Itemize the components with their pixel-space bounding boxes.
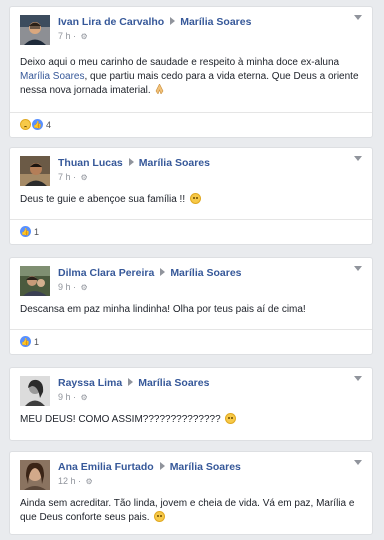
- post-text-part: Descansa em paz minha lindinha! Olha por…: [20, 304, 306, 315]
- timestamp[interactable]: 7 h: [58, 31, 71, 41]
- post-card: Thuan Lucas Marília Soares 7 h · ⚙ Deus t…: [9, 147, 373, 245]
- post-header: Ivan Lira de Carvalho Marília Soares 7 h …: [10, 7, 372, 47]
- emoji-icon: [154, 511, 166, 522]
- emoji-icon: [189, 193, 201, 204]
- author-name[interactable]: Ana Emilia Furtado: [58, 461, 154, 473]
- post-meta: 9 h · ⚙: [58, 282, 88, 292]
- avatar[interactable]: [20, 376, 50, 406]
- author-name[interactable]: Ivan Lira de Carvalho: [58, 16, 164, 28]
- post-meta: 9 h · ⚙: [58, 392, 88, 402]
- post-card: Rayssa Lima Marília Soares 9 h · ⚙ MEU DE…: [9, 367, 373, 441]
- post-text-part: Deixo aqui o meu carinho de saudade e re…: [20, 57, 340, 68]
- post-text: Deixo aqui o meu carinho de saudade e re…: [10, 56, 372, 98]
- gear-icon[interactable]: ⚙: [81, 393, 88, 402]
- post-meta: 7 h · ⚙: [58, 31, 88, 41]
- gear-icon[interactable]: ⚙: [86, 477, 93, 486]
- right-triangle-icon: [170, 17, 176, 25]
- target-name[interactable]: Marília Soares: [180, 16, 251, 28]
- chevron-down-icon[interactable]: [354, 266, 362, 271]
- chevron-down-icon[interactable]: [354, 15, 362, 20]
- post-header-line: Thuan Lucas Marília Soares: [58, 157, 210, 169]
- post-meta: 7 h · ⚙: [58, 172, 88, 182]
- post-header-line: Dilma Clara Pereira Marília Soares: [58, 267, 242, 279]
- avatar[interactable]: [20, 156, 50, 186]
- like-icon: 👍: [20, 226, 31, 237]
- post-text: MEU DEUS! COMO ASSIM??????????????: [10, 413, 372, 427]
- praying-hands-icon: [156, 84, 164, 94]
- gear-icon[interactable]: ⚙: [81, 173, 88, 182]
- reaction-count[interactable]: 1: [34, 227, 39, 237]
- post-header-line: Rayssa Lima Marília Soares: [58, 377, 209, 389]
- right-triangle-icon: [160, 268, 166, 276]
- reactions[interactable]: 👍 1: [20, 226, 39, 237]
- post-text-part: Deus te guie e abençoe sua família !!: [20, 194, 186, 205]
- target-name[interactable]: Marília Soares: [170, 267, 241, 279]
- post-text-part: MEU DEUS! COMO ASSIM??????????????: [20, 414, 221, 425]
- post-card: Dilma Clara Pereira Marília Soares 9 h · …: [9, 257, 373, 355]
- post-text-part: Ainda sem acreditar. Tão linda, jovem e …: [20, 498, 355, 523]
- avatar[interactable]: [20, 266, 50, 296]
- post-card: Ivan Lira de Carvalho Marília Soares 7 h …: [9, 6, 373, 138]
- target-name[interactable]: Marília Soares: [138, 377, 209, 389]
- post-text: Deus te guie e abençoe sua família !!: [10, 193, 372, 207]
- reactions[interactable]: 👍 1: [20, 336, 39, 347]
- target-name[interactable]: Marília Soares: [170, 461, 241, 473]
- post-header-line: Ana Emilia Furtado Marília Soares: [58, 461, 241, 473]
- mention-link[interactable]: Marília Soares: [20, 71, 84, 82]
- author-name[interactable]: Dilma Clara Pereira: [58, 267, 154, 279]
- right-triangle-icon: [128, 378, 134, 386]
- timestamp[interactable]: 9 h: [58, 282, 71, 292]
- post-header: Ana Emilia Furtado Marília Soares 12 h · …: [10, 452, 372, 492]
- chevron-down-icon[interactable]: [354, 460, 362, 465]
- post-header: Thuan Lucas Marília Soares 7 h · ⚙: [10, 148, 372, 188]
- author-name[interactable]: Rayssa Lima: [58, 377, 122, 389]
- timestamp[interactable]: 9 h: [58, 392, 71, 402]
- post-footer: 👍 1: [10, 219, 372, 244]
- like-icon: 👍: [32, 119, 43, 130]
- post-text: Descansa em paz minha lindinha! Olha por…: [10, 303, 372, 317]
- avatar[interactable]: [20, 460, 50, 490]
- post-meta: 12 h · ⚙: [58, 476, 93, 486]
- reaction-count[interactable]: 4: [46, 120, 51, 130]
- reaction-count[interactable]: 1: [34, 337, 39, 347]
- chevron-down-icon[interactable]: [354, 376, 362, 381]
- post-header: Rayssa Lima Marília Soares 9 h · ⚙: [10, 368, 372, 408]
- post-card: Ana Emilia Furtado Marília Soares 12 h · …: [9, 451, 373, 535]
- right-triangle-icon: [128, 158, 134, 166]
- post-header: Dilma Clara Pereira Marília Soares 9 h · …: [10, 258, 372, 298]
- post-text: Ainda sem acreditar. Tão linda, jovem e …: [10, 497, 372, 525]
- chevron-down-icon[interactable]: [354, 156, 362, 161]
- right-triangle-icon: [159, 462, 165, 470]
- post-header-line: Ivan Lira de Carvalho Marília Soares: [58, 16, 251, 28]
- like-icon: 👍: [20, 336, 31, 347]
- emoji-icon: [225, 413, 237, 424]
- avatar[interactable]: [20, 15, 50, 45]
- sad-icon: [20, 119, 31, 130]
- gear-icon[interactable]: ⚙: [81, 283, 88, 292]
- timestamp[interactable]: 7 h: [58, 172, 71, 182]
- post-footer: 👍 4: [10, 112, 372, 137]
- gear-icon[interactable]: ⚙: [81, 32, 88, 41]
- author-name[interactable]: Thuan Lucas: [58, 157, 123, 169]
- timestamp[interactable]: 12 h: [58, 476, 76, 486]
- reactions[interactable]: 👍 4: [20, 119, 51, 130]
- target-name[interactable]: Marília Soares: [139, 157, 210, 169]
- post-footer: 👍 1: [10, 329, 372, 354]
